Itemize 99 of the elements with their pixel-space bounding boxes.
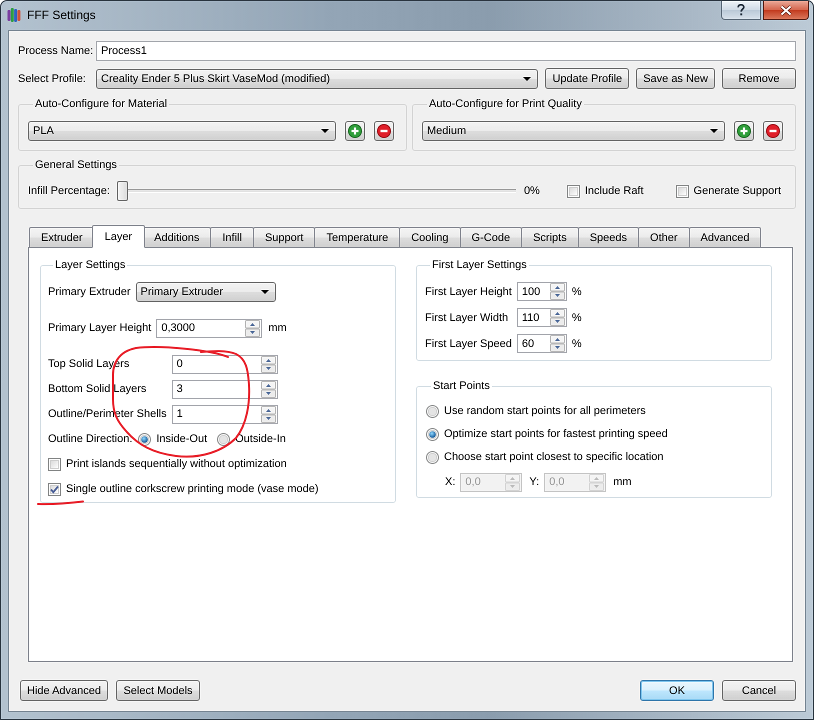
spin-arrows-icon[interactable] [260,406,276,422]
tab[interactable]: Temperature [314,227,400,247]
tab[interactable]: Support [252,227,316,247]
radio-label[interactable]: Inside-Out [156,433,208,445]
checkbox[interactable] [566,184,580,198]
minus-icon [377,124,391,138]
field-label: X: [445,476,456,488]
radio-label[interactable]: Choose start point closest to specific location [444,451,664,463]
tab[interactable]: Advanced [688,227,762,247]
profile-button[interactable]: Update Profile [545,68,630,89]
spin-box[interactable]: 0 [172,354,278,374]
group-title: First Layer Settings [431,258,528,272]
field-label: Bottom Solid Layers [48,383,146,395]
radio-button[interactable] [426,404,439,418]
plus-icon [737,124,751,138]
dropdown[interactable]: Medium [422,121,725,141]
minus-icon [766,124,780,138]
dropdown[interactable]: Primary Extruder [136,282,276,302]
profile-button[interactable]: Remove [722,68,796,89]
profile-button[interactable]: Save as New [636,68,715,89]
field-label: Primary Extruder [48,286,131,298]
footer-button[interactable]: Select Models [116,680,200,701]
group-title: Layer Settings [54,258,126,272]
group-title: Auto-Configure for Print Quality [428,97,583,111]
footer-button[interactable]: Hide Advanced [20,680,108,701]
checkbox-label[interactable]: Single outline corkscrew printing mode (vase mode) [66,483,319,495]
spin-arrows-icon[interactable] [245,320,260,336]
caret-icon [260,290,269,294]
radio-label[interactable]: Outside-In [235,433,286,445]
tab[interactable]: Additions [142,227,212,247]
spin-box[interactable]: 1 [172,404,278,424]
spin-box[interactable]: 3 [172,380,278,398]
radio-button[interactable] [426,450,439,464]
radio-button[interactable] [138,432,152,446]
radio-button[interactable] [426,428,439,440]
group-title: General Settings [34,158,118,172]
unit-label: % [572,338,582,350]
dropdown[interactable]: PLA [28,121,336,141]
window-title: FFF Settings [27,7,96,24]
checkbox[interactable] [48,458,61,470]
radio-button[interactable] [217,432,230,446]
app-icon [7,7,21,23]
close-icon [780,4,792,16]
spin-arrows-icon[interactable] [550,309,565,326]
close-button[interactable] [763,1,809,20]
tab[interactable]: Cooling [399,227,461,247]
remove-button[interactable] [763,121,783,141]
group-title: Auto-Configure for Material [34,97,168,111]
plus-icon [348,124,362,138]
field-label: Y: [529,476,540,488]
caret-icon [523,76,532,80]
spin-arrows-icon[interactable] [550,283,565,300]
process-name-field[interactable]: Process1 [96,41,796,61]
checkbox[interactable] [676,184,689,198]
spin-box[interactable]: 110 [516,308,567,327]
help-icon [737,4,745,16]
tab[interactable]: Other [638,227,690,247]
profile-dropdown[interactable]: Creality Ender 5 Plus Skirt VaseMod (modified) [96,68,538,88]
checkbox-label[interactable]: Print islands sequentially without optimization [66,458,287,470]
slider-value: 0% [524,185,540,197]
field-label: Select Profile: [18,72,87,84]
tab[interactable]: Infill [210,227,254,247]
slider-thumb[interactable] [116,181,128,201]
tab[interactable]: Layer [92,225,146,248]
tab[interactable]: Scripts [521,227,579,247]
field-label: First Layer Speed [425,338,512,350]
checkbox[interactable] [48,482,61,496]
add-button[interactable] [345,121,365,141]
field-label: Outline Direction: [48,433,132,445]
remove-button[interactable] [374,121,394,141]
spin-arrows-icon[interactable] [260,380,276,398]
caret-icon [321,129,329,133]
unit-label: mm [268,322,287,334]
caret-icon [710,129,718,133]
field-label: Primary Layer Height [48,322,152,334]
radio-label[interactable]: Optimize start points for fastest printing speed [444,428,668,440]
tab[interactable]: Speeds [578,227,640,247]
radio-label[interactable]: Use random start points for all perimeters [444,405,646,417]
field-label: First Layer Height [425,286,512,298]
add-button[interactable] [734,121,754,141]
field-label: Infill Percentage: [28,185,110,197]
spin-arrows-icon[interactable] [550,335,565,352]
checkbox-label[interactable]: Generate Support [694,185,781,197]
hand-drawn-underline [36,499,86,506]
checkbox-label[interactable]: Include Raft [584,185,644,197]
group-title: Start Points [432,379,491,393]
tab[interactable]: Extruder [29,227,95,247]
footer-button[interactable]: OK [640,680,714,701]
unit-label: % [572,312,582,324]
spin-arrows-icon[interactable] [260,356,276,372]
unit-label: mm [613,476,632,488]
spin-box[interactable]: 100 [516,282,567,301]
help-button[interactable] [721,1,761,20]
spin-box[interactable]: 0,3000 [156,318,262,338]
unit-label: % [572,286,582,298]
tab[interactable]: G-Code [460,227,522,247]
spin-box[interactable]: 60 [516,334,567,353]
field-label: First Layer Width [425,312,510,324]
footer-button[interactable]: Cancel [722,680,796,701]
